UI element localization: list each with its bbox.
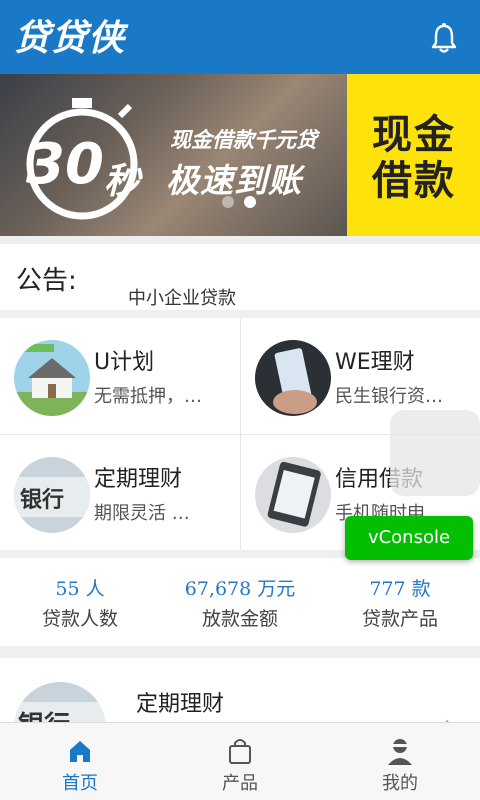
announcement-text[interactable]: 中小企业贷款 bbox=[128, 284, 236, 310]
banner-seconds-unit: 秒 bbox=[104, 161, 141, 202]
stat-products: 777 款 贷款产品 bbox=[320, 576, 480, 636]
product-title: 定期理财 bbox=[94, 467, 183, 492]
banner-seconds-number: 30 bbox=[26, 132, 104, 197]
carousel-dot[interactable] bbox=[222, 196, 234, 208]
top-header: 贷贷侠 bbox=[0, 0, 480, 74]
tab-label: 首页 bbox=[62, 773, 98, 794]
tab-mine[interactable]: 我的 bbox=[320, 723, 480, 800]
stat-label: 放款金额 bbox=[201, 608, 278, 630]
product-title: U计划 bbox=[94, 350, 155, 375]
banner-side-text: 现金借款 bbox=[372, 112, 456, 204]
app-screen: 贷贷侠 30 秒 现金借款千元贷 极速到账 现金借款 公告: 中小企业贷款 U计… bbox=[0, 0, 480, 800]
tab-home[interactable]: 首页 bbox=[0, 723, 160, 800]
stat-borrowers: 55 人 贷款人数 bbox=[0, 576, 160, 636]
house-thumbnail bbox=[14, 340, 90, 416]
tab-products[interactable]: 产品 bbox=[160, 723, 320, 800]
banner-headline: 极速到账 bbox=[166, 161, 302, 200]
home-icon bbox=[70, 741, 90, 762]
product-title: WE理财 bbox=[335, 350, 415, 375]
product-card-u-plan[interactable]: U计划 无需抵押，… bbox=[0, 318, 239, 433]
vconsole-button[interactable]: vConsole bbox=[345, 516, 473, 560]
stats-panel: 55 人 贷款人数 67,678 万元 放款金额 777 款 贷款产品 bbox=[0, 558, 480, 646]
stat-value: 67,678 万元 bbox=[184, 578, 296, 600]
announcement-bar: 公告: 中小企业贷款 bbox=[0, 244, 480, 310]
promo-banner[interactable]: 30 秒 现金借款千元贷 极速到账 现金借款 bbox=[0, 74, 480, 236]
floating-panel[interactable] bbox=[390, 410, 480, 496]
stat-value: 777 款 bbox=[369, 578, 431, 600]
stat-value: 55 人 bbox=[55, 578, 105, 600]
bank-sign-thumbnail: 银行 bbox=[14, 457, 90, 533]
bell-icon[interactable] bbox=[424, 20, 464, 56]
banner-subtitle: 现金借款千元贷 bbox=[170, 128, 317, 152]
tab-label: 产品 bbox=[222, 773, 258, 794]
svg-text:银行: 银行 bbox=[20, 487, 64, 513]
product-list-item[interactable]: 银行 定期理财 › bbox=[0, 658, 480, 774]
bottom-tab-bar: 首页 产品 我的 bbox=[0, 722, 480, 800]
phone-app-thumbnail bbox=[255, 457, 331, 533]
stat-amount: 67,678 万元 放款金额 bbox=[160, 576, 320, 636]
tab-label: 我的 bbox=[382, 773, 418, 794]
product-desc: 民生银行资… bbox=[335, 386, 443, 407]
app-logo: 贷贷侠 bbox=[14, 17, 126, 59]
stat-label: 贷款人数 bbox=[41, 608, 118, 630]
product-card-fixed-term[interactable]: 银行 定期理财 期限灵活 … bbox=[0, 435, 239, 550]
product-desc: 无需抵押，… bbox=[94, 386, 202, 407]
phone-hand-thumbnail bbox=[255, 340, 331, 416]
stat-label: 贷款产品 bbox=[361, 608, 438, 630]
product-desc: 期限灵活 … bbox=[94, 503, 190, 524]
user-icon bbox=[388, 739, 412, 765]
bag-icon bbox=[229, 739, 251, 764]
list-item-title: 定期理财 bbox=[136, 692, 225, 717]
announcement-label: 公告: bbox=[16, 266, 77, 296]
carousel-dot-active[interactable] bbox=[244, 196, 256, 208]
